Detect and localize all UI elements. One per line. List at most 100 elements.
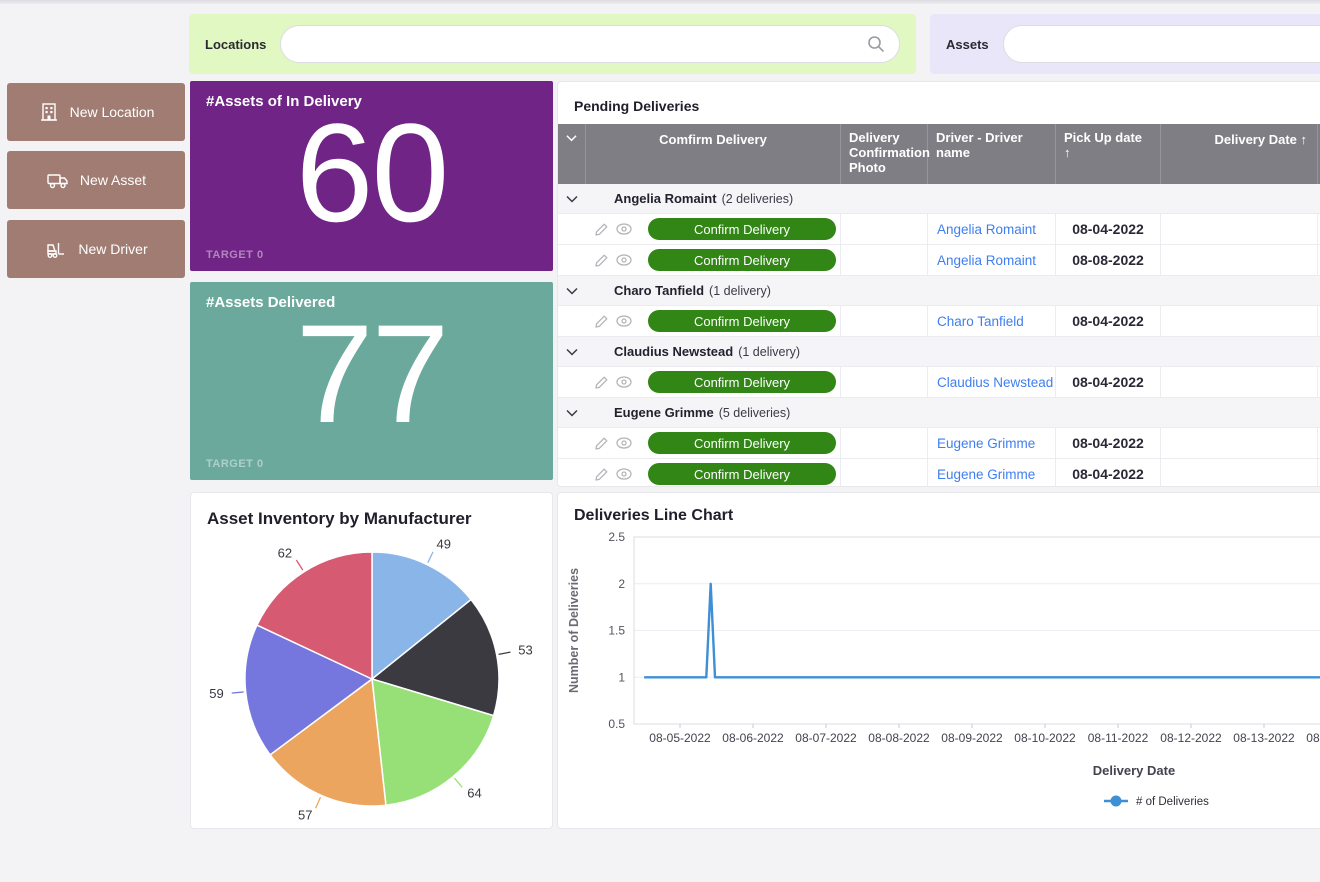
group-row[interactable]: Charo Tanfield (1 delivery) xyxy=(558,276,1320,306)
edit-icon[interactable] xyxy=(594,436,609,451)
collapse-all-chevron-icon[interactable] xyxy=(558,124,586,184)
pie-chart: 495364575962 xyxy=(191,517,553,829)
confirm-delivery-button[interactable]: Confirm Delivery xyxy=(648,371,836,393)
driver-link[interactable]: Eugene Grimme xyxy=(937,467,1035,482)
pie-label-leader xyxy=(316,797,321,808)
new-asset-button[interactable]: New Asset xyxy=(7,151,185,209)
column-header-driver: Driver - Driver name xyxy=(928,124,1056,184)
group-row[interactable]: Angelia Romaint (2 deliveries) xyxy=(558,184,1320,214)
cell-driver: Angelia Romaint xyxy=(928,214,1056,244)
chevron-down-icon[interactable] xyxy=(558,282,586,300)
cell-driver: Charo Tanfield xyxy=(928,306,1056,336)
cell-driver: Claudius Newstead xyxy=(928,367,1056,397)
view-icon[interactable] xyxy=(616,468,632,480)
pie-slice-label: 64 xyxy=(467,786,481,801)
cell-driver: Angelia Romaint xyxy=(928,245,1056,275)
table-header: Comfirm Delivery Delivery Confirmation P… xyxy=(558,124,1320,184)
pie-chart-card: Asset Inventory by Manufacturer 49536457… xyxy=(190,492,553,829)
chevron-down-icon[interactable] xyxy=(558,343,586,361)
confirm-delivery-button[interactable]: Confirm Delivery xyxy=(648,310,836,332)
confirm-delivery-button[interactable]: Confirm Delivery xyxy=(648,218,836,240)
chevron-down-icon[interactable] xyxy=(558,190,586,208)
confirm-delivery-button[interactable]: Confirm Delivery xyxy=(648,463,836,485)
group-row[interactable]: Claudius Newstead(1 delivery) xyxy=(558,337,1320,367)
pie-label-leader xyxy=(296,560,302,570)
edit-icon[interactable] xyxy=(594,375,609,390)
pie-slice-label: 62 xyxy=(278,545,292,560)
cell-delivery-date xyxy=(1161,214,1318,244)
assets-label: Assets xyxy=(946,37,989,52)
table-row: Confirm Delivery Angelia Romaint 08-04-202… xyxy=(558,214,1320,245)
edit-icon[interactable] xyxy=(594,253,609,268)
y-tick-label: 1.5 xyxy=(608,624,625,638)
x-tick-label: 08-12-2022 xyxy=(1160,731,1222,745)
cell-driver: Eugene Grimme xyxy=(928,428,1056,458)
pickup-date: 08-04-2022 xyxy=(1072,374,1144,390)
driver-link[interactable]: Angelia Romaint xyxy=(937,253,1036,268)
table-row: Confirm Delivery Eugene Grimme 08-04-2022 xyxy=(558,428,1320,459)
search-icon[interactable] xyxy=(867,35,885,53)
cell-photo xyxy=(841,428,928,458)
group-driver-name: Charo Tanfield xyxy=(614,283,704,298)
cell-delivery-date xyxy=(1161,245,1318,275)
new-driver-button[interactable]: New Driver xyxy=(7,220,185,278)
view-icon[interactable] xyxy=(616,315,632,327)
view-icon[interactable] xyxy=(616,376,632,388)
cell-confirm: Confirm Delivery xyxy=(558,245,841,275)
edit-icon[interactable] xyxy=(594,314,609,329)
table-row: Confirm DeliveryCharo Tanfield08-04-2022 xyxy=(558,306,1320,337)
x-tick-label: 08-10-2022 xyxy=(1014,731,1076,745)
group-delivery-count: (2 deliveries) xyxy=(722,192,794,206)
group-delivery-count: (1 delivery) xyxy=(709,284,771,298)
x-tick-label: 08-13-2022 xyxy=(1233,731,1295,745)
edit-icon[interactable] xyxy=(594,222,609,237)
kpi-assets-delivered: #Assets Delivered 77 TARGET 0 xyxy=(190,282,553,480)
y-axis-label: Number of Deliveries xyxy=(567,568,581,693)
edit-icon[interactable] xyxy=(594,467,609,482)
new-asset-label: New Asset xyxy=(80,172,146,188)
cell-confirm: Confirm Delivery xyxy=(558,306,841,336)
pickup-date: 08-04-2022 xyxy=(1072,435,1144,451)
cell-delivery-date xyxy=(1161,428,1318,458)
pending-deliveries-card: Pending Deliveries Comfirm Delivery Deli… xyxy=(557,81,1320,487)
new-location-button[interactable]: New Location xyxy=(7,83,185,141)
cell-photo xyxy=(841,367,928,397)
locations-search-pill xyxy=(280,25,900,63)
deliveries-line-chart: 0.511.522.5Number of Deliveries08-05-202… xyxy=(558,493,1320,829)
driver-link[interactable]: Eugene Grimme xyxy=(937,436,1035,451)
pie-slice-label: 59 xyxy=(209,686,223,701)
driver-link[interactable]: Claudius Newstead xyxy=(937,375,1053,390)
line-chart-card: Deliveries Line Chart 0.511.522.5Number … xyxy=(557,492,1320,829)
confirm-delivery-button[interactable]: Confirm Delivery xyxy=(648,249,836,271)
building-icon xyxy=(38,101,60,123)
view-icon[interactable] xyxy=(616,223,632,235)
cell-delivery-date xyxy=(1161,459,1318,487)
group-driver-name: Angelia Romaint xyxy=(614,191,717,206)
cell-delivery-date xyxy=(1161,306,1318,336)
x-tick-label: 08-14-2022 xyxy=(1306,731,1320,745)
driver-link[interactable]: Charo Tanfield xyxy=(937,314,1024,329)
locations-search-panel: Locations xyxy=(189,14,916,74)
truck-icon xyxy=(46,169,70,191)
pie-slice-label: 57 xyxy=(298,808,312,823)
column-header-pickup-sort[interactable]: Pick Up date ↑ xyxy=(1056,124,1161,184)
column-header-photo: Delivery Confirmation Photo xyxy=(841,124,928,184)
assets-search-input[interactable] xyxy=(1018,37,1320,52)
view-icon[interactable] xyxy=(616,437,632,449)
driver-link[interactable]: Angelia Romaint xyxy=(937,222,1036,237)
confirm-delivery-button[interactable]: Confirm Delivery xyxy=(648,432,836,454)
view-icon[interactable] xyxy=(616,254,632,266)
cell-photo xyxy=(841,459,928,487)
x-tick-label: 08-11-2022 xyxy=(1088,731,1149,745)
column-header-delivery-sort[interactable]: Delivery Date ↑ xyxy=(1161,124,1318,184)
table-row: Confirm Delivery Claudius Newstead 08-04-2… xyxy=(558,367,1320,398)
group-row[interactable]: Eugene Grimme(5 deliveries) xyxy=(558,398,1320,428)
pickup-date: 08-04-2022 xyxy=(1072,221,1144,237)
pie-label-leader xyxy=(232,692,244,693)
cell-pickup-date: 08-04-2022 xyxy=(1056,459,1161,487)
chevron-down-icon[interactable] xyxy=(558,404,586,422)
assets-search-panel: Assets xyxy=(930,14,1320,74)
locations-search-input[interactable] xyxy=(295,37,867,52)
cell-pickup-date: 08-04-2022 xyxy=(1056,367,1161,397)
x-tick-label: 08-05-2022 xyxy=(649,731,711,745)
